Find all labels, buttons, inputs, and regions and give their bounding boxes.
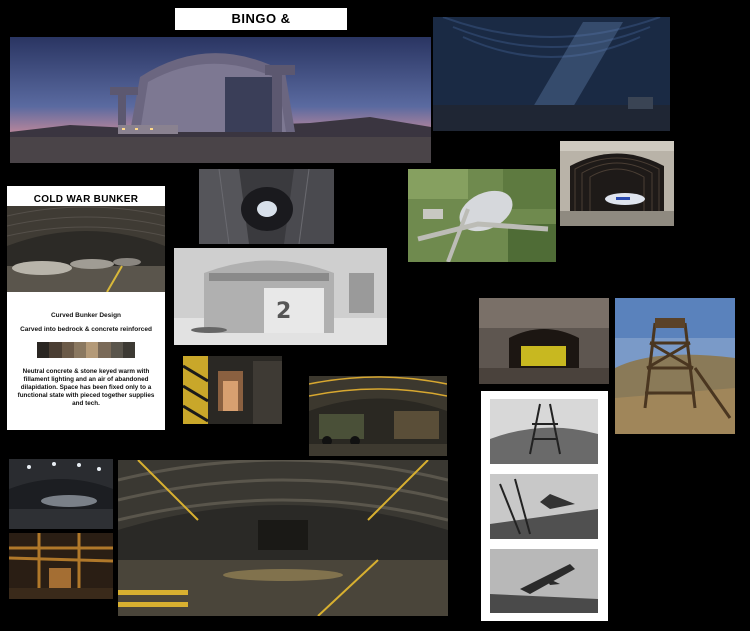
bunker-interior-vehicles-image <box>309 376 447 456</box>
aerial-hangar-view-image <box>408 169 556 262</box>
sketch-bunker-door-image: 2 <box>174 248 387 345</box>
cold-war-bunker-card: COLD WAR BUNKER Curved Bunker Design Car… <box>7 186 165 430</box>
wooden-mine-headframe-image <box>615 298 735 434</box>
dark-hangar-jets-image <box>9 459 113 529</box>
palette-swatch <box>98 342 111 358</box>
bunker-card-description: Neutral concrete & stone keyed warm with… <box>17 368 155 407</box>
palette-swatch <box>37 342 50 358</box>
palette-swatch <box>122 342 135 358</box>
storyboard-frame-2 <box>490 474 598 539</box>
bunker-card-construction: Carved into bedrock & concrete reinforce… <box>20 326 152 333</box>
palette-swatch <box>49 342 62 358</box>
curved-bunker-interior-wide-image <box>118 460 448 616</box>
palette-swatch <box>110 342 123 358</box>
storyboard-frame-1 <box>490 399 598 464</box>
board-title: BINGO & UNDERGROUND <box>175 8 347 30</box>
airship-hangar-exterior-image <box>10 37 431 163</box>
storyboard-panel <box>481 391 608 621</box>
palette-swatch <box>86 342 99 358</box>
bunker-jets-image <box>7 206 165 292</box>
hangar-interior-blue-image <box>433 17 670 131</box>
industrial-pipes-interior-image <box>9 533 113 599</box>
bunker-card-title: COLD WAR BUNKER <box>33 194 139 205</box>
concrete-silo-shaft-image <box>199 169 334 244</box>
palette-swatch <box>73 342 86 358</box>
storyboard-frame-3 <box>490 549 598 613</box>
bunker-corridor-yellow-door-image <box>183 356 282 424</box>
door-number-2: 2 <box>276 299 291 324</box>
hangar-airship-entrance-image <box>560 141 674 226</box>
bunker-card-subtitle: Curved Bunker Design <box>50 312 122 319</box>
color-palette-strip <box>37 342 135 358</box>
mine-tunnel-entrance-image <box>479 298 609 384</box>
palette-swatch <box>61 342 74 358</box>
